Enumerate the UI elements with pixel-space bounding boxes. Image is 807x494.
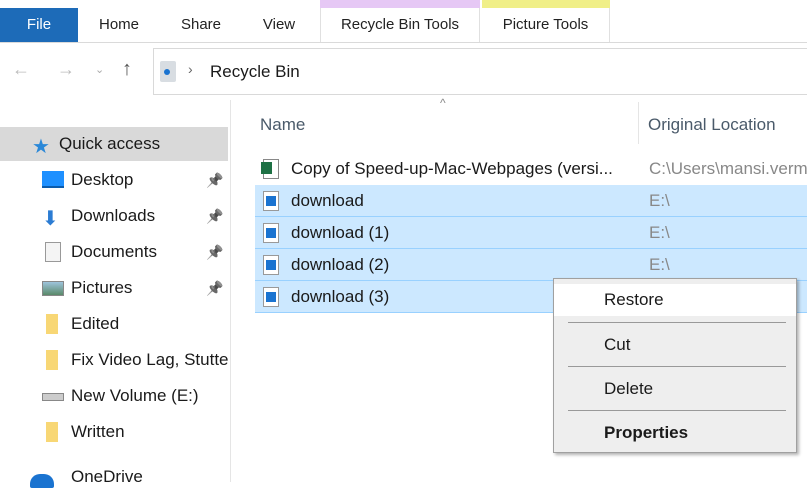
column-header-name[interactable]: Name — [260, 115, 305, 135]
tab-view[interactable]: View — [252, 8, 306, 42]
image-file-icon — [263, 191, 279, 211]
nav-item-quick-access[interactable]: ★ Quick access — [0, 127, 228, 161]
file-row[interactable]: download E:\ — [255, 185, 807, 217]
menu-separator — [568, 366, 786, 367]
pin-icon[interactable]: 📌 — [206, 271, 223, 305]
nav-pane-divider — [230, 100, 231, 482]
recent-dropdown-button[interactable]: ⌄ — [95, 63, 104, 76]
nav-item-label: Quick access — [59, 134, 161, 153]
desktop-icon — [42, 171, 64, 188]
pin-icon[interactable]: 📌 — [206, 199, 223, 233]
nav-item-pictures[interactable]: Pictures 📌 — [0, 271, 228, 305]
address-bar[interactable]: › Recycle Bin — [153, 48, 807, 95]
excel-file-icon — [261, 159, 279, 179]
file-original-location: C:\Users\mansi.verm — [649, 159, 807, 178]
folder-icon — [46, 314, 58, 334]
nav-item-downloads[interactable]: ⬇ Downloads 📌 — [0, 199, 228, 233]
file-name: download — [291, 191, 364, 210]
column-header-original-location[interactable]: Original Location — [648, 115, 776, 135]
ribbon-divider — [0, 42, 807, 43]
pin-icon[interactable]: 📌 — [206, 235, 223, 269]
nav-item-label: Desktop — [71, 170, 134, 189]
pin-icon[interactable]: 📌 — [206, 163, 223, 197]
up-button[interactable]: ↑ — [122, 58, 132, 81]
folder-icon — [46, 350, 58, 370]
menu-item-cut[interactable]: Cut — [554, 329, 796, 361]
forward-button[interactable]: → — [57, 59, 75, 80]
nav-item-label: Downloads — [71, 206, 156, 225]
nav-item-edited[interactable]: Edited — [0, 307, 228, 341]
context-menu: Restore Cut Delete Properties — [553, 278, 797, 453]
file-original-location: E:\ — [649, 255, 670, 274]
file-name: download (1) — [291, 223, 390, 242]
menu-separator — [568, 322, 786, 323]
nav-item-label: Pictures — [71, 278, 133, 297]
pictures-icon — [42, 281, 64, 296]
folder-icon — [46, 422, 58, 442]
menu-item-delete[interactable]: Delete — [554, 373, 796, 405]
breadcrumb-chevron-icon: › — [188, 61, 193, 77]
image-file-icon — [263, 255, 279, 275]
nav-item-desktop[interactable]: Desktop 📌 — [0, 163, 228, 197]
nav-item-label: Fix Video Lag, Stutte — [71, 350, 228, 369]
tab-recycle-bin-tools[interactable]: Recycle Bin Tools — [320, 8, 480, 42]
nav-item-label: Documents — [71, 242, 157, 261]
tab-home[interactable]: Home — [92, 8, 146, 42]
nav-item-new-volume-e[interactable]: New Volume (E:) — [0, 379, 228, 413]
file-row[interactable]: download (1) E:\ — [255, 217, 807, 249]
nav-item-fix-video-lag-stutte[interactable]: Fix Video Lag, Stutte — [0, 343, 228, 377]
picture-tools-band — [482, 0, 610, 8]
recycle-tools-band — [320, 0, 480, 8]
image-file-icon — [263, 223, 279, 243]
tab-share[interactable]: Share — [174, 8, 228, 42]
file-row[interactable]: Copy of Speed-up-Mac-Webpages (versi... C… — [255, 153, 807, 185]
file-original-location: E:\ — [649, 223, 670, 242]
sort-ascending-icon: ^ — [440, 96, 446, 110]
tab-picture-tools[interactable]: Picture Tools — [482, 8, 610, 42]
download-arrow-icon: ⬇ — [42, 208, 59, 230]
file-row[interactable]: download (2) E:\ — [255, 249, 807, 281]
file-name: download (2) — [291, 255, 390, 274]
menu-separator — [568, 410, 786, 411]
nav-item-label: New Volume (E:) — [71, 386, 199, 405]
drive-icon — [42, 393, 64, 401]
back-button[interactable]: ← — [12, 59, 30, 80]
tab-file[interactable]: File — [0, 8, 78, 42]
column-separator[interactable] — [638, 102, 639, 144]
file-name: Copy of Speed-up-Mac-Webpages (versi... — [291, 159, 613, 178]
image-file-icon — [263, 287, 279, 307]
nav-item-documents[interactable]: Documents 📌 — [0, 235, 228, 269]
menu-item-properties[interactable]: Properties — [554, 417, 796, 449]
star-icon: ★ — [32, 136, 50, 158]
cloud-icon — [30, 474, 54, 488]
nav-item-written[interactable]: Written — [0, 415, 228, 449]
file-name: download (3) — [291, 287, 390, 306]
menu-item-restore[interactable]: Restore — [554, 284, 796, 316]
nav-item-label: Edited — [71, 314, 120, 333]
documents-icon — [45, 242, 61, 262]
nav-item-onedrive[interactable]: OneDrive — [0, 460, 228, 494]
file-original-location: E:\ — [649, 191, 670, 210]
recycle-bin-icon — [160, 61, 176, 82]
nav-item-label: OneDrive — [71, 467, 143, 486]
nav-item-label: Written — [71, 422, 125, 441]
breadcrumb-recycle-bin[interactable]: Recycle Bin — [210, 62, 300, 82]
